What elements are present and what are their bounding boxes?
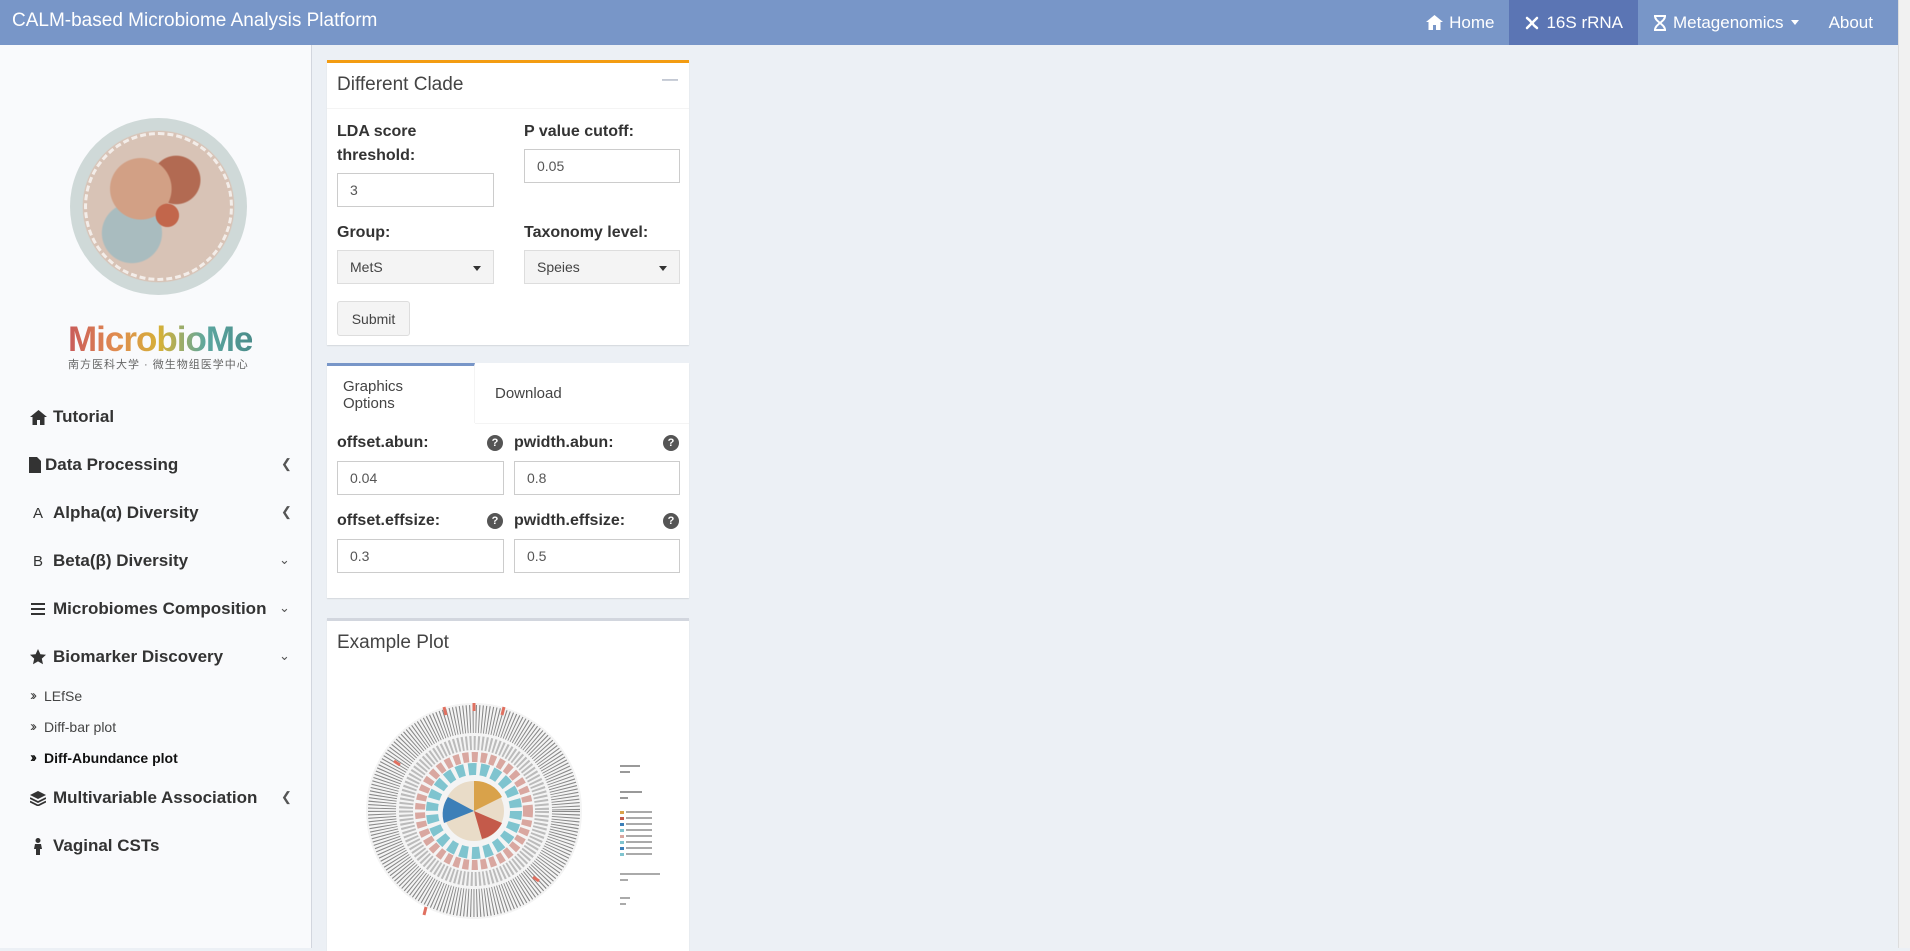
logo-subtitle: 南方医科大学 · 微生物组医学中心: [68, 359, 249, 371]
submenu-item-lefse[interactable]: ›› LEfSe: [30, 687, 82, 704]
group-select[interactable]: MetS: [337, 250, 494, 284]
logo-wordmark: MicrobioMe: [68, 320, 253, 359]
chevron-down-icon[interactable]: ⌄: [279, 600, 290, 616]
pwidth-effsize-input[interactable]: [514, 539, 680, 573]
caret-down-icon: [659, 266, 667, 271]
sidebar-item-alpha-diversity[interactable]: Α Alpha(α) Diversity: [29, 503, 199, 523]
pvalue-cutoff-input[interactable]: [524, 149, 680, 183]
chevron-down-icon[interactable]: ⌄: [279, 552, 290, 568]
taxonomy-level-select[interactable]: Speies: [524, 250, 680, 284]
sidebar: MicrobioMe 南方医科大学 · 微生物组医学中心 Tutorial Da…: [0, 45, 312, 948]
nav-home-label: Home: [1449, 12, 1495, 32]
help-icon[interactable]: ?: [487, 513, 503, 529]
person-icon: [29, 837, 47, 855]
top-navbar: CALM-based Microbiome Analysis Platform …: [0, 0, 1899, 45]
graphics-options-box: Graphics Options Download offset.abun: ?…: [327, 363, 689, 598]
collapse-icon[interactable]: —: [662, 71, 678, 89]
submenu-item-diff-bar[interactable]: ›› Diff-bar plot: [30, 718, 116, 735]
nav-metagenomics[interactable]: Metagenomics: [1638, 0, 1814, 45]
layers-icon: [29, 790, 47, 806]
sidebar-item-multivariable-association[interactable]: Multivariable Association: [29, 788, 257, 808]
box-title: Different Clade: [337, 74, 464, 95]
taxonomy-select-value: Speies: [537, 259, 580, 275]
star-icon: [29, 649, 47, 665]
dna-strand-icon: [1653, 14, 1667, 31]
tab-graphics-options[interactable]: Graphics Options: [327, 363, 475, 423]
nav-home[interactable]: Home: [1411, 0, 1509, 45]
group-label: Group:: [337, 224, 391, 241]
different-clade-box: Different Clade — LDA score threshold: P…: [327, 60, 689, 345]
offset-abun-input[interactable]: [337, 461, 504, 495]
nav-about-label: About: [1828, 12, 1873, 32]
example-plot-box: Example Plot: [327, 618, 689, 951]
chevron-left-icon[interactable]: ❮: [281, 456, 292, 472]
tab-download[interactable]: Download: [479, 363, 578, 423]
submenu-item-diff-abundance[interactable]: ›› Diff-Abundance plot: [30, 749, 178, 766]
alpha-icon: Α: [32, 504, 43, 522]
offset-effsize-label: offset.effsize:: [337, 512, 441, 529]
caret-down-icon: [1790, 20, 1799, 25]
example-cladogram-image: [366, 703, 660, 919]
help-icon[interactable]: ?: [663, 435, 679, 451]
nav-about[interactable]: About: [1814, 0, 1888, 45]
group-select-value: MetS: [350, 259, 383, 275]
sidebar-item-microbiomes-composition[interactable]: Microbiomes Composition: [29, 599, 266, 619]
submit-button[interactable]: Submit: [337, 301, 410, 336]
submenu-item-label: Diff-Abundance plot: [44, 749, 178, 766]
nav-16s-label: 16S rRNA: [1546, 12, 1623, 32]
double-chevron-icon: ››: [30, 687, 37, 704]
lda-score-label: LDA score threshold:: [337, 123, 417, 164]
file-icon: [29, 457, 41, 473]
sidebar-item-label: Alpha(α) Diversity: [53, 503, 199, 522]
beta-icon: Β: [32, 552, 43, 570]
sidebar-item-label: Microbiomes Composition: [53, 599, 267, 618]
sidebar-item-data-processing[interactable]: Data Processing: [29, 455, 178, 475]
home-icon: [29, 409, 47, 425]
brand-title[interactable]: CALM-based Microbiome Analysis Platform: [12, 0, 377, 41]
help-icon[interactable]: ?: [663, 513, 679, 529]
pwidth-abun-label: pwidth.abun:: [514, 434, 614, 451]
page-scrollbar[interactable]: [1898, 0, 1910, 948]
double-chevron-icon: ››: [30, 749, 37, 766]
nav-metagenomics-label: Metagenomics: [1673, 12, 1784, 32]
pwidth-effsize-label: pwidth.effsize:: [514, 512, 626, 529]
caret-down-icon: [473, 266, 481, 271]
chevron-down-icon[interactable]: ⌄: [279, 648, 290, 664]
offset-effsize-input[interactable]: [337, 539, 504, 573]
taxonomy-level-label: Taxonomy level:: [524, 224, 649, 241]
sidebar-item-biomarker-discovery[interactable]: Biomarker Discovery: [29, 647, 223, 667]
dna-icon: [1524, 15, 1540, 31]
microbiome-logo-image: [70, 118, 247, 295]
sidebar-item-label: Biomarker Discovery: [53, 647, 224, 666]
lda-score-input[interactable]: [337, 173, 494, 207]
nav-16s-rrna[interactable]: 16S rRNA: [1509, 0, 1638, 45]
submenu-item-label: LEfSe: [44, 687, 83, 704]
submenu-item-label: Diff-bar plot: [44, 718, 117, 735]
sidebar-item-label: Beta(β) Diversity: [53, 551, 189, 570]
double-chevron-icon: ››: [30, 718, 37, 735]
sidebar-item-tutorial[interactable]: Tutorial: [29, 407, 114, 427]
bars-icon: [29, 603, 47, 615]
home-icon: [1426, 15, 1444, 30]
sidebar-item-label: Vaginal CSTs: [53, 836, 160, 855]
top-nav: Home 16S rRNA Metagenomics About: [1411, 0, 1888, 45]
pvalue-cutoff-label: P value cutoff:: [524, 123, 634, 140]
sidebar-item-label: Tutorial: [53, 407, 115, 426]
chevron-left-icon[interactable]: ❮: [281, 789, 292, 805]
sidebar-item-label: Data Processing: [45, 455, 179, 474]
pwidth-abun-input[interactable]: [514, 461, 680, 495]
sidebar-item-label: Multivariable Association: [53, 788, 258, 807]
help-icon[interactable]: ?: [487, 435, 503, 451]
offset-abun-label: offset.abun:: [337, 434, 429, 451]
sidebar-item-vaginal-csts[interactable]: Vaginal CSTs: [29, 836, 159, 856]
box-title: Example Plot: [337, 632, 449, 653]
chevron-left-icon[interactable]: ❮: [281, 504, 292, 520]
sidebar-item-beta-diversity[interactable]: Β Beta(β) Diversity: [29, 551, 188, 571]
